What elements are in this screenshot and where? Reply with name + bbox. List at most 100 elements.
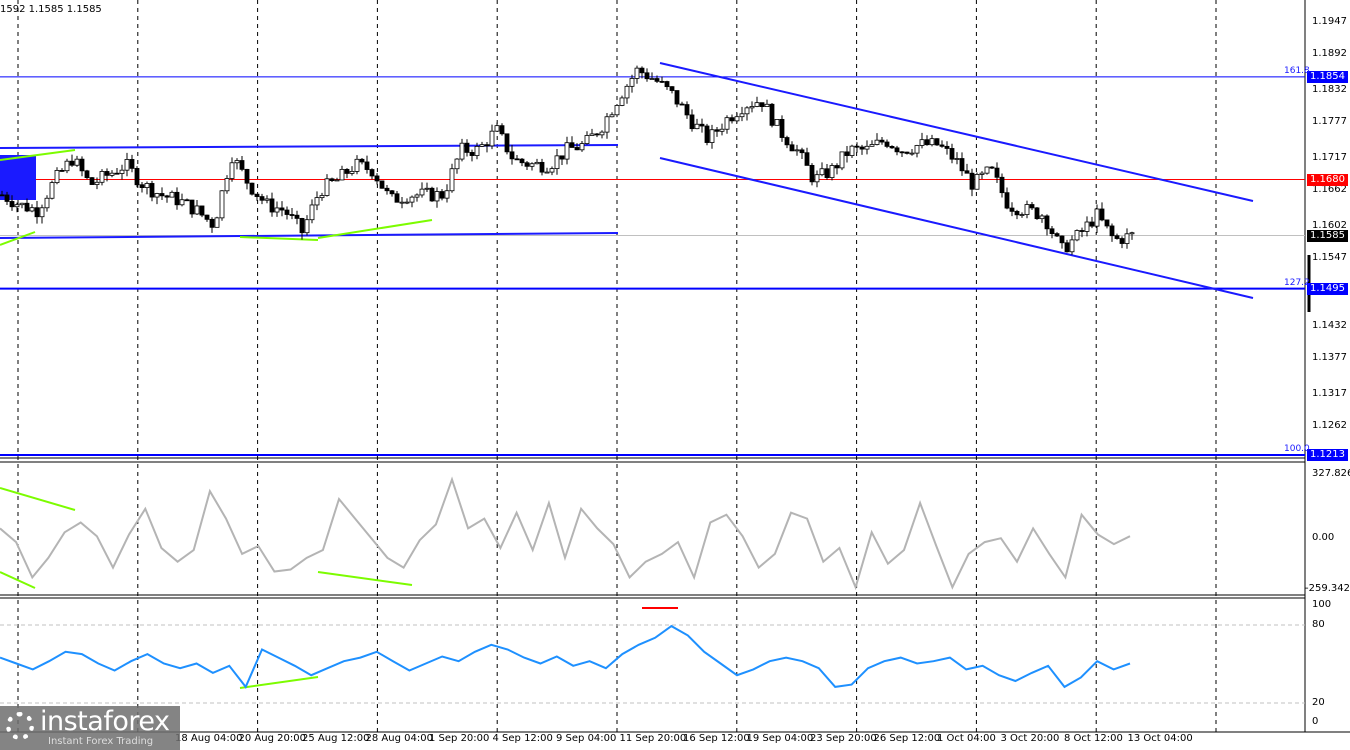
gear-logo-icon (6, 712, 34, 740)
bull-candle (324, 178, 330, 196)
bull-candle (334, 179, 340, 182)
bull-candle (694, 123, 700, 130)
bear-candle (654, 78, 660, 82)
bull-candle (274, 207, 280, 213)
bear-candle (854, 145, 860, 148)
bear-candle (284, 209, 290, 215)
bull-candle (744, 107, 750, 115)
bull-candle (49, 182, 55, 199)
bull-candle (39, 207, 45, 218)
bear-candle (1104, 219, 1110, 227)
bear-candle (429, 187, 435, 202)
time-tick: 9 Sep 04:00 (556, 733, 617, 744)
bull-candle (709, 129, 715, 143)
bull-candle (409, 196, 415, 203)
bear-candle (344, 168, 350, 174)
bear-candle (89, 177, 95, 185)
bear-candle (689, 114, 695, 130)
bear-candle (164, 195, 170, 198)
bear-candle (384, 187, 390, 192)
bear-candle (104, 171, 110, 176)
bull-candle (794, 149, 800, 152)
fib-label: 100.0 (1284, 443, 1310, 454)
bear-candle (1049, 228, 1055, 235)
bull-candle (579, 143, 585, 151)
bear-candle (1079, 230, 1085, 232)
bull-candle (819, 168, 825, 176)
bull-candle (339, 168, 345, 181)
bull-candle (909, 152, 915, 155)
bear-candle (524, 162, 530, 167)
bear-candle (394, 193, 400, 203)
bear-candle (784, 137, 790, 146)
time-tick: 13 Oct 04:00 (1127, 733, 1193, 744)
blue-zone (0, 155, 36, 200)
rsi-20-label: 20 (1312, 697, 1325, 708)
bull-candle (814, 174, 820, 183)
bear-candle (329, 178, 335, 181)
bull-candle (734, 116, 740, 122)
bear-candle (1054, 233, 1060, 237)
time-tick: 23 Sep 20:00 (810, 733, 877, 744)
bull-candle (1069, 239, 1075, 253)
bull-candle (609, 114, 615, 118)
bear-candle (959, 158, 965, 172)
bull-candle (1074, 230, 1080, 241)
bear-candle (469, 152, 475, 156)
instaforex-logo: instaforex Instant Forex Trading (0, 706, 180, 750)
bear-candle (769, 103, 775, 126)
time-tick: 28 Aug 04:00 (365, 733, 433, 744)
bear-candle (1114, 235, 1120, 239)
fib-label: 127.2 (1284, 277, 1310, 288)
price-tag-level: 1.1854 (1307, 70, 1348, 83)
bear-candle (189, 199, 195, 215)
bull-candle (219, 190, 225, 219)
bull-candle (599, 131, 605, 136)
bear-candle (184, 199, 190, 202)
time-tick: 19 Sep 04:00 (746, 733, 814, 744)
candles (0, 65, 1135, 255)
rsi-100-label: 100 (1312, 599, 1332, 610)
bear-candle (699, 123, 705, 127)
channel-top-line (659, 62, 1254, 202)
bull-candle (154, 193, 160, 198)
bear-candle (639, 67, 645, 74)
bear-candle (889, 146, 895, 149)
bear-candle (934, 138, 940, 146)
bear-candle (569, 142, 575, 148)
bull-candle (454, 158, 460, 170)
bull-candle (1019, 214, 1025, 216)
bear-candle (439, 191, 445, 199)
bull-candle (554, 155, 560, 170)
bear-candle (84, 170, 90, 179)
bull-candle (419, 188, 425, 196)
price-chart (0, 0, 1350, 733)
bull-candle (489, 130, 495, 147)
bull-candle (54, 170, 60, 184)
bull-candle (264, 198, 270, 201)
price-tick: 1.1947 (1312, 16, 1347, 27)
bear-candle (1014, 210, 1020, 216)
bear-candle (379, 180, 385, 189)
bull-candle (194, 205, 200, 215)
bull-candle (399, 201, 405, 204)
bear-candle (1059, 235, 1065, 244)
price-tick: 1.1377 (1312, 352, 1347, 364)
bear-candle (904, 151, 910, 154)
bull-candle (534, 161, 540, 165)
time-tick: 20 Aug 20:00 (238, 733, 306, 744)
ohlc-readout: 1592 1.1585 1.1585 (0, 4, 102, 15)
bear-candle (199, 205, 205, 216)
bull-candle (864, 145, 870, 150)
bear-candle (514, 158, 520, 161)
time-tick: 16 Sep 12:00 (683, 733, 750, 744)
bull-candle (309, 204, 315, 221)
bull-candle (404, 201, 410, 204)
time-tick: 1 Sep 20:00 (429, 733, 490, 744)
bear-candle (519, 158, 525, 164)
bull-candle (94, 181, 100, 185)
cci-min-label: -259.342 (1305, 583, 1350, 594)
range-top-line (0, 144, 619, 149)
bull-candle (214, 217, 220, 228)
bull-candle (479, 144, 485, 147)
